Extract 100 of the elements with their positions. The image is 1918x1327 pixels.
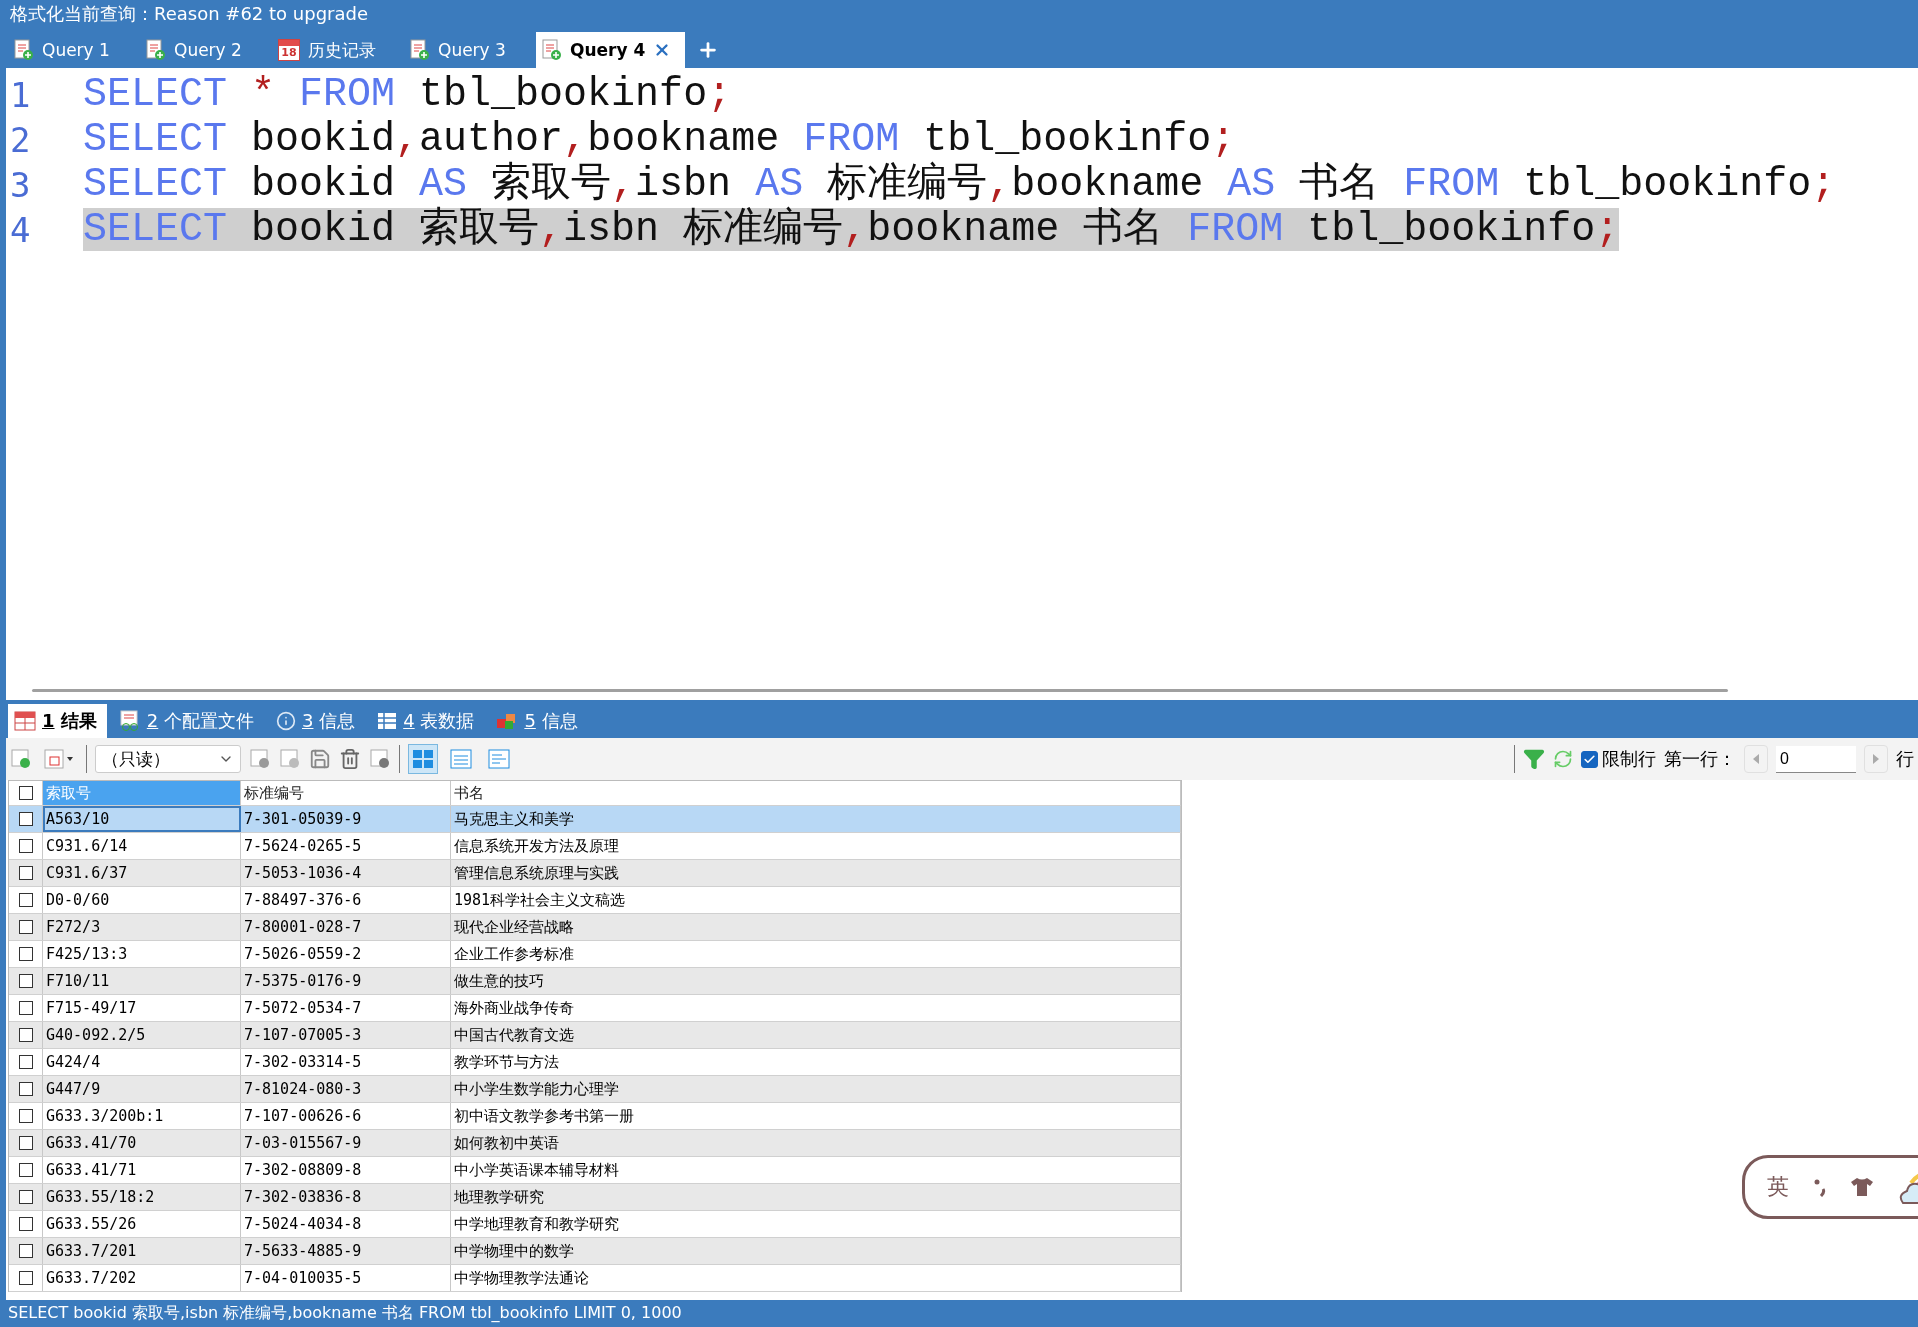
result-grid-icon (14, 711, 36, 731)
result-tab[interactable]: 3 信息 (270, 704, 366, 738)
table-cell: 7-302-03314-5 (241, 1049, 451, 1075)
table-cell: 7-5053-1036-4 (241, 860, 451, 886)
table-row[interactable]: G633.7/202 7-04-010035-5 中学物理教学法通论 (9, 1265, 1181, 1292)
row-checkbox[interactable] (18, 1001, 33, 1015)
result-tab[interactable]: 1 结果 (8, 704, 107, 738)
mode-select[interactable]: （只读） (95, 745, 241, 773)
result-tab[interactable]: 4 表数据 (371, 704, 485, 738)
code-line: SELECT bookid,author,bookname FROM tbl_bookinfo; (83, 118, 1236, 161)
result-tab[interactable]: 2 个配置文件 (112, 704, 264, 738)
table-row[interactable]: G40-092.2/5 7-107-07005-3 中国古代教育文选 (9, 1022, 1181, 1049)
save-icon[interactable] (309, 748, 331, 770)
table-row[interactable]: F272/3 7-80001-028-7 现代企业经营战略 (9, 914, 1181, 941)
table-cell: A563/10 (43, 806, 241, 832)
view-toggle[interactable] (408, 744, 438, 774)
right-arrow-icon (1872, 753, 1880, 765)
row-checkbox[interactable] (18, 893, 33, 907)
table-cell: G633.41/70 (43, 1130, 241, 1156)
ime-toolbar[interactable]: 英 (1742, 1155, 1918, 1219)
row-checkbox[interactable] (18, 812, 33, 826)
table-row[interactable]: G633.41/70 7-03-015567-9 如何教初中英语 (9, 1130, 1181, 1157)
row-checkbox[interactable] (18, 1271, 33, 1285)
table-cell: 7-302-08809-8 (241, 1157, 451, 1183)
row-checkbox[interactable] (18, 1244, 33, 1258)
table-row[interactable]: C931.6/14 7-5624-0265-5 信息系统开发方法及原理 (9, 833, 1181, 860)
row-checkbox[interactable] (18, 1028, 33, 1042)
table-cell: 中国古代教育文选 (451, 1022, 1181, 1048)
filter-icon[interactable] (1523, 748, 1545, 770)
table-row[interactable]: G447/9 7-81024-080-3 中小学生数学能力心理学 (9, 1076, 1181, 1103)
delete-icon[interactable] (339, 748, 361, 770)
table-row[interactable]: G633.41/71 7-302-08809-8 中小学英语课本辅导材料 (9, 1157, 1181, 1184)
table-row[interactable]: F715-49/17 7-5072-0534-7 海外商业战争传奇 (9, 995, 1181, 1022)
left-arrow-icon (1752, 753, 1760, 765)
table-cell: 管理信息系统原理与实践 (451, 860, 1181, 886)
table-cell: 如何教初中英语 (451, 1130, 1181, 1156)
line-number: 2 (9, 119, 32, 160)
calendar-icon: 18 (278, 39, 300, 61)
row-checkbox[interactable] (18, 1109, 33, 1123)
row-checkbox[interactable] (18, 1136, 33, 1150)
result-tab[interactable]: 5 信息 (490, 704, 588, 738)
table-cell: 中小学生数学能力心理学 (451, 1076, 1181, 1102)
add-record-icon (10, 748, 32, 770)
table-cell: 7-04-010035-5 (241, 1265, 451, 1291)
table-cell: 7-301-05039-9 (241, 806, 451, 832)
table-cell: G633.7/202 (43, 1265, 241, 1291)
query-file-icon (14, 39, 34, 61)
query-tab[interactable]: Query 2 (140, 32, 268, 68)
row-checkbox[interactable] (18, 1163, 33, 1177)
grid-view-icon (412, 749, 434, 769)
row-checkbox[interactable] (18, 1055, 33, 1069)
query-tab[interactable]: Query 4 (536, 32, 686, 68)
table-row[interactable]: G633.55/26 7-5024-4034-8 中学地理教育和教学研究 (9, 1211, 1181, 1238)
table-cell: 海外商业战争传奇 (451, 995, 1181, 1021)
shirt-icon (1850, 1177, 1874, 1197)
select-all-checkbox[interactable] (18, 786, 33, 800)
query-tab[interactable]: Query 1 (8, 32, 136, 68)
first-row-field[interactable]: 0 (1776, 745, 1856, 773)
row-checkbox[interactable] (18, 1217, 33, 1231)
table-row[interactable]: G633.7/201 7-5633-4885-9 中学物理中的数学 (9, 1238, 1181, 1265)
table-cell: F715-49/17 (43, 995, 241, 1021)
row-checkbox[interactable] (18, 839, 33, 853)
row-checkbox[interactable] (18, 920, 33, 934)
table-cell: 中学物理中的数学 (451, 1238, 1181, 1264)
table-row[interactable]: G633.55/18:2 7-302-03836-8 地理教学研究 (9, 1184, 1181, 1211)
table-cell: 7-88497-376-6 (241, 887, 451, 913)
query-file-icon (410, 39, 430, 61)
table-cell: 7-5375-0176-9 (241, 968, 451, 994)
table-cell: 做生意的技巧 (451, 968, 1181, 994)
window-title: 格式化当前查询：Reason #62 to upgrade (10, 2, 368, 26)
check-icon (1583, 752, 1596, 766)
table-row[interactable]: G633.3/200b:1 7-107-00626-6 初中语文教学参考书第一册 (9, 1103, 1181, 1130)
table-cell: 7-5633-4885-9 (241, 1238, 451, 1264)
row-checkbox[interactable] (18, 1190, 33, 1204)
row-checkbox[interactable] (18, 866, 33, 880)
table-cell: G40-092.2/5 (43, 1022, 241, 1048)
table-row[interactable]: C931.6/37 7-5053-1036-4 管理信息系统原理与实践 (9, 860, 1181, 887)
table-row[interactable]: F710/11 7-5375-0176-9 做生意的技巧 (9, 968, 1181, 995)
column-header[interactable]: 标准编号 (241, 781, 451, 805)
table-cell: 7-107-00626-6 (241, 1103, 451, 1129)
table-cell: F272/3 (43, 914, 241, 940)
row-checkbox[interactable] (18, 1082, 33, 1096)
table-cell: 7-03-015567-9 (241, 1130, 451, 1156)
line-number: 4 (9, 209, 32, 250)
cancel-icon (369, 748, 391, 770)
horizontal-scrollbar[interactable] (32, 689, 1728, 692)
table-cell: D0-0/60 (43, 887, 241, 913)
table-cell: G633.55/26 (43, 1211, 241, 1237)
table-cell: 地理教学研究 (451, 1184, 1181, 1210)
table-row[interactable]: D0-0/60 7-88497-376-6 1981科学社会主义文稿选 (9, 887, 1181, 914)
table-row[interactable]: G424/4 7-302-03314-5 教学环节与方法 (9, 1049, 1181, 1076)
row-checkbox[interactable] (18, 974, 33, 988)
query-tab[interactable]: 18 历史记录 (272, 32, 400, 68)
column-header[interactable]: 书名 (451, 781, 1181, 805)
table-row[interactable]: A563/10 7-301-05039-9 马克思主义和美学 (9, 806, 1181, 833)
info-icon (276, 711, 296, 731)
row-checkbox[interactable] (18, 947, 33, 961)
query-tab[interactable]: Query 3 (404, 32, 532, 68)
table-row[interactable]: F425/13:3 7-5026-0559-2 企业工作参考标准 (9, 941, 1181, 968)
limit-rows-checkbox[interactable]: 限制行 (1581, 747, 1656, 771)
